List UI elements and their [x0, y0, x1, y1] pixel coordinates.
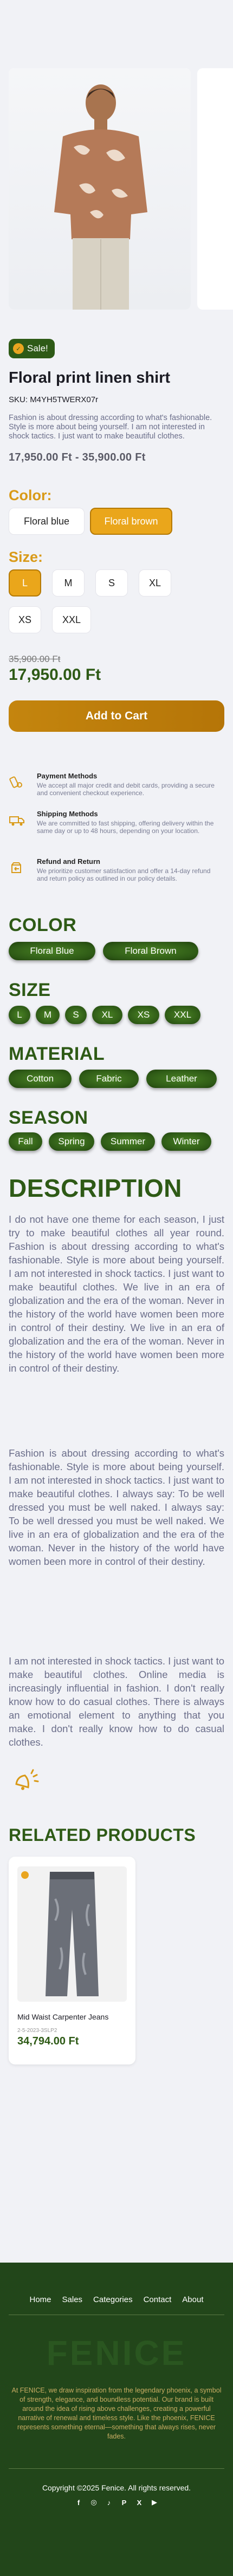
footer-about-text: At FENICE, we draw inspiration from the … [11, 2387, 222, 2440]
footer-link-about[interactable]: About [182, 2295, 203, 2304]
attr-material-leather[interactable]: Leather [146, 1070, 217, 1088]
product-thumbnail[interactable] [17, 1866, 127, 2002]
attr-material-fabric[interactable]: Fabric [79, 1070, 139, 1088]
attr-season-fall[interactable]: Fall [9, 1132, 42, 1151]
size-option-l[interactable]: L [9, 569, 41, 597]
tag-icon [21, 1871, 29, 1879]
model-photo [54, 84, 147, 310]
size-heading: SIZE [9, 980, 51, 1000]
size-option-xs[interactable]: XS [9, 606, 41, 633]
attr-size-l[interactable]: L [9, 1006, 30, 1024]
price-range: 17,950.00 Ft - 35,900.00 Ft [9, 451, 146, 463]
attr-size-xxl[interactable]: XXL [165, 1006, 200, 1024]
related-products-heading: RELATED PRODUCTS [9, 1825, 196, 1845]
pinterest-icon[interactable]: P [120, 2499, 128, 2507]
shipping-methods-info: Shipping Methods We are committed to fas… [9, 810, 224, 842]
footer-link-home[interactable]: Home [30, 2295, 51, 2304]
attr-color-floral-brown[interactable]: Floral Brown [103, 942, 198, 960]
footer-nav: Home Sales Categories Contact About [0, 2295, 233, 2304]
color-option-floral-brown[interactable]: Floral brown [90, 508, 172, 535]
footer-link-sales[interactable]: Sales [62, 2295, 83, 2304]
sku: SKU: M4YH5TWERX07r [9, 395, 99, 404]
footer: Home Sales Categories Contact About FENI… [0, 2263, 233, 2576]
attr-size-xs[interactable]: XS [128, 1006, 159, 1024]
color-heading: COLOR [9, 915, 77, 935]
attr-material-cotton[interactable]: Cotton [9, 1070, 72, 1088]
bell-icon [15, 1769, 39, 1790]
jeans-image [46, 1872, 99, 1996]
x-icon[interactable]: X [135, 2499, 143, 2507]
facebook-icon[interactable]: f [75, 2499, 82, 2507]
product-gallery[interactable] [0, 68, 233, 310]
sale-badge: ✓ Sale! [9, 339, 55, 358]
size-option-xxl[interactable]: XXL [52, 606, 91, 633]
tiktok-icon[interactable]: ♪ [105, 2499, 113, 2507]
footer-link-contact[interactable]: Contact [144, 2295, 172, 2304]
size-option-label: Size: [9, 549, 43, 565]
refund-icon [11, 862, 21, 873]
attr-size-s[interactable]: S [65, 1006, 87, 1024]
truck-icon [9, 816, 24, 826]
related-product-card[interactable]: Mid Waist Carpenter Jeans 2-5-2023-3SLP2… [9, 1857, 135, 2064]
size-option-s[interactable]: S [95, 569, 128, 597]
refund-return-info: Refund and Return We prioritize customer… [9, 857, 224, 884]
description-heading: DESCRIPTION [9, 1174, 182, 1202]
instagram-icon[interactable]: ◎ [90, 2498, 98, 2506]
attr-size-xl[interactable]: XL [92, 1006, 122, 1024]
short-description: Fashion is about dressing according to w… [9, 414, 212, 441]
sale-price: 17,950.00 Ft [9, 666, 101, 684]
footer-brand-logo: FENICE [46, 2334, 187, 2372]
product-price: 34,794.00 Ft [17, 2035, 79, 2047]
attr-color-floral-blue[interactable]: Floral Blue [9, 942, 95, 960]
attr-season-winter[interactable]: Winter [161, 1132, 211, 1151]
product-image[interactable] [9, 68, 191, 310]
description-paragraph-1: I do not have one theme for each season,… [9, 1214, 224, 1374]
size-option-xl[interactable]: XL [139, 569, 171, 597]
footer-divider [9, 2468, 224, 2469]
product-code: 2-5-2023-3SLP2 [17, 2028, 57, 2034]
payment-methods-info: Payment Methods We accept all major cred… [9, 772, 224, 799]
description-paragraph-2: Fashion is about dressing according to w… [9, 1447, 224, 1567]
add-to-cart-button[interactable]: Add to Cart [9, 700, 224, 732]
payment-icon [9, 776, 22, 788]
youtube-icon[interactable]: ▶ [151, 2498, 158, 2506]
description-paragraph-3: I am not interested in shock tactics. I … [9, 1655, 224, 1748]
product-title: Floral print linen shirt [9, 369, 171, 386]
social-links: f ◎ ♪ P X ▶ [0, 2498, 233, 2507]
season-heading: SEASON [9, 1107, 88, 1128]
size-option-m[interactable]: M [52, 569, 85, 597]
color-option-floral-blue[interactable]: Floral blue [9, 508, 85, 535]
attr-season-spring[interactable]: Spring [49, 1132, 94, 1151]
product-name[interactable]: Mid Waist Carpenter Jeans [17, 2013, 108, 2021]
footer-link-categories[interactable]: Categories [93, 2295, 133, 2304]
next-product-image[interactable] [197, 68, 233, 310]
material-heading: MATERIAL [9, 1044, 105, 1064]
color-option-label: Color: [9, 487, 52, 503]
tag-icon: ✓ [13, 343, 24, 354]
attr-size-m[interactable]: M [36, 1006, 60, 1024]
copyright: Copyright ©2025 Fenice. All rights reser… [42, 2483, 191, 2492]
old-price: 35,900.00 Ft [9, 654, 61, 664]
attr-season-summer[interactable]: Summer [101, 1132, 155, 1151]
